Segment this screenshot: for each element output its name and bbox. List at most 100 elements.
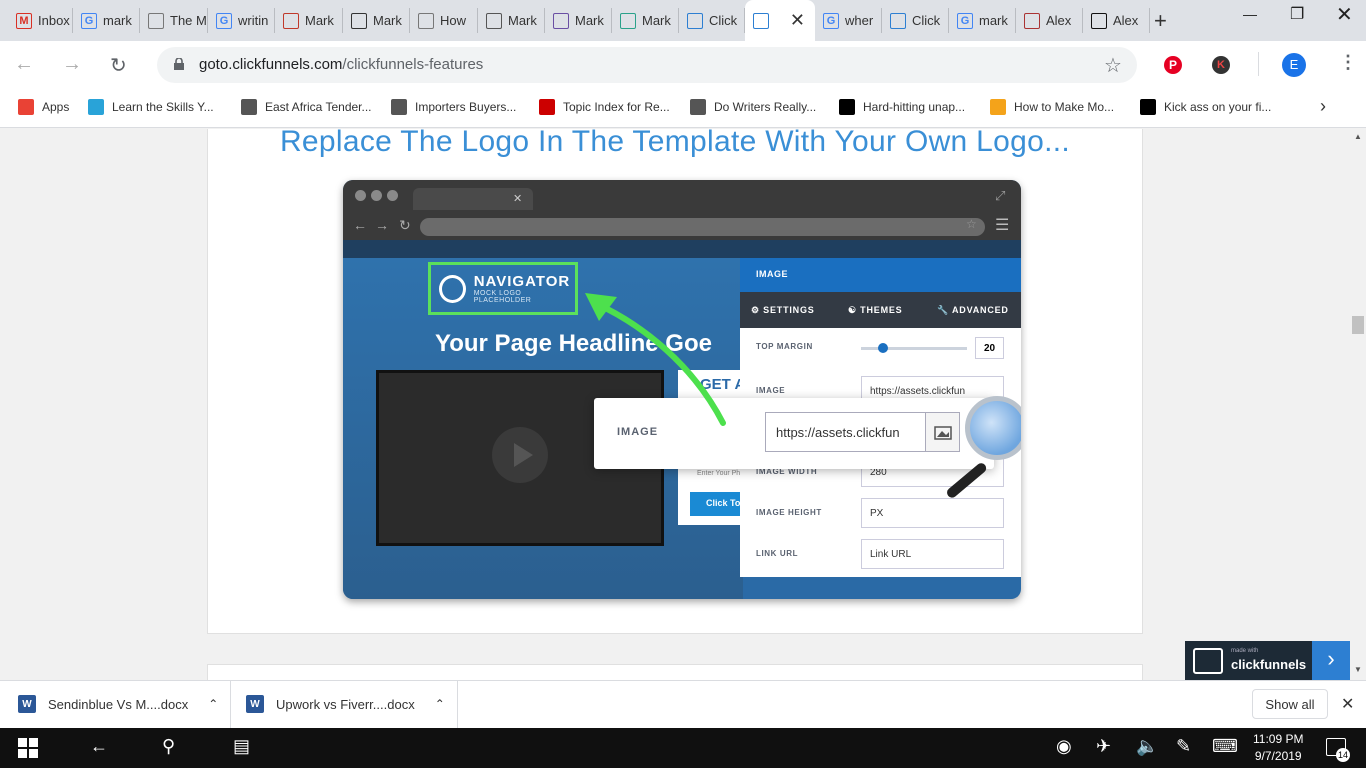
menu-kebab-icon[interactable]: ⋮ <box>1339 52 1357 73</box>
tab[interactable]: Gmark <box>73 8 140 33</box>
back-arrow-icon[interactable]: ← <box>90 736 108 757</box>
bookmark-item[interactable]: Importers Buyers... <box>391 98 516 116</box>
pinterest-extension-icon[interactable]: P <box>1164 56 1182 74</box>
extension-k-icon[interactable]: K <box>1212 56 1230 74</box>
windows-start-icon[interactable] <box>18 738 38 758</box>
tab-title: mark <box>103 13 132 28</box>
mp-icon <box>990 99 1006 115</box>
close-icon[interactable]: ✕ <box>1341 694 1354 714</box>
tab-title: Mark <box>575 13 604 28</box>
kick-icon <box>1140 99 1156 115</box>
bookmark-item[interactable]: Learn the Skills Y... <box>88 98 214 116</box>
search-icon[interactable]: ⚲ <box>162 736 175 757</box>
tab-title: Mark <box>373 13 402 28</box>
buyers-icon <box>391 99 407 115</box>
google-icon: G <box>957 12 973 29</box>
new-tab-button[interactable]: + <box>1154 8 1167 34</box>
tab-title: Click <box>912 13 941 28</box>
tab-title: Alex <box>1113 13 1139 28</box>
tab-title: wher <box>845 13 874 28</box>
mock-tab-themes: ☯ THEMES <box>848 305 902 316</box>
tab[interactable]: How <box>410 8 478 33</box>
page-viewport: Replace The Logo In The Template With Yo… <box>0 129 1350 680</box>
pen-icon[interactable]: ✎ <box>1176 736 1191 757</box>
mock-dot <box>371 190 382 201</box>
mock-height-label: IMAGE HEIGHT <box>756 508 822 517</box>
bookmark-star-icon[interactable]: ☆ <box>1104 53 1122 78</box>
record-icon[interactable]: ◉ <box>1056 736 1072 757</box>
chevron-up-icon[interactable]: ⌃ <box>435 697 445 711</box>
url-text[interactable]: goto.clickfunnels.com/clickfunnels-featu… <box>199 56 483 73</box>
mock-logo-highlight: NAVIGATOR MOCK LOGO PLACEHOLDER <box>428 262 578 315</box>
tab[interactable]: Gwritin <box>208 8 275 33</box>
download-item[interactable]: W Sendinblue Vs M....docx ⌃ <box>18 680 231 728</box>
bookmark-item[interactable]: Kick ass on your fi... <box>1140 98 1271 116</box>
scroll-down-icon[interactable]: ▼ <box>1354 665 1362 674</box>
mock-top-margin-value: 20 <box>975 337 1004 359</box>
tab[interactable]: Mark <box>545 8 612 33</box>
mock-image-label: IMAGE <box>756 386 786 395</box>
page-scrollbar[interactable] <box>1350 129 1366 680</box>
bookmark-item[interactable]: East Africa Tender... <box>241 98 372 116</box>
word-doc-icon: W <box>18 695 36 713</box>
badge-made-with: made with <box>1231 648 1259 654</box>
clock-icon <box>690 99 706 115</box>
bookmark-label: Learn the Skills Y... <box>112 100 214 114</box>
bookmarks-overflow-chevron-icon[interactable]: › <box>1320 96 1326 117</box>
volume-icon[interactable]: 🔈 <box>1136 736 1158 757</box>
close-window-button[interactable]: ✕ <box>1336 2 1353 27</box>
mock-forward-icon: → <box>375 217 389 233</box>
mock-back-icon: ← <box>353 217 367 233</box>
task-view-icon[interactable]: ▤ <box>233 736 250 757</box>
tab[interactable]: Mark <box>478 8 545 33</box>
profile-avatar[interactable]: E <box>1282 53 1306 77</box>
graduation-icon <box>88 99 104 115</box>
tab[interactable]: Alex <box>1083 8 1150 33</box>
minimize-button[interactable]: — <box>1243 6 1257 22</box>
taskbar-clock[interactable]: 11:09 PM 9/7/2019 <box>1253 731 1303 765</box>
tab[interactable]: Gmark <box>949 8 1016 33</box>
apps-grid-icon <box>18 99 34 115</box>
bookmark-item[interactable]: Do Writers Really... <box>690 98 816 116</box>
tab[interactable]: Click <box>679 8 745 33</box>
mock-menu-icon: ☰ <box>995 217 1010 234</box>
tab-title: Alex <box>1046 13 1072 28</box>
bookmark-item[interactable]: Hard-hitting unap... <box>839 98 965 116</box>
bookmark-item[interactable]: Apps <box>18 98 69 116</box>
mock-tab-label: ADVANCED <box>951 305 1009 315</box>
mock-logo-text: NAVIGATOR MOCK LOGO PLACEHOLDER <box>474 273 575 304</box>
windows-taskbar <box>0 728 1366 768</box>
tab[interactable]: Mark <box>275 8 343 33</box>
chevron-up-icon[interactable]: ⌃ <box>208 697 218 711</box>
mock-form-input: Enter Your Ph <box>697 470 741 477</box>
tab[interactable]: M Inbox <box>8 8 73 33</box>
badge-name: clickfunnels <box>1231 657 1307 672</box>
mock-dot <box>355 190 366 201</box>
clickfunnels-badge[interactable]: made with clickfunnels › <box>1185 641 1350 680</box>
restore-button[interactable]: ❐ <box>1290 4 1304 24</box>
close-tab-icon[interactable]: ✕ <box>790 10 805 31</box>
tab[interactable]: The M <box>140 8 208 33</box>
airplane-icon[interactable]: ✈ <box>1096 736 1111 757</box>
tab[interactable]: ✕ <box>745 0 815 41</box>
clock-time: 11:09 PM <box>1253 732 1304 746</box>
tab[interactable]: Click <box>882 8 949 33</box>
keyboard-icon[interactable]: ⌨ <box>1212 736 1238 757</box>
tab[interactable]: Mark <box>612 8 679 33</box>
bookmark-item[interactable]: Topic Index for Re... <box>539 98 670 116</box>
scrollbar-thumb[interactable] <box>1352 316 1364 334</box>
scroll-up-icon[interactable]: ▲ <box>1354 132 1362 141</box>
tab[interactable]: Gwher <box>815 8 882 33</box>
bookmark-item[interactable]: How to Make Mo... <box>990 98 1114 116</box>
tender-icon <box>241 99 257 115</box>
mock-logo-subtitle: MOCK LOGO PLACEHOLDER <box>473 290 532 304</box>
tab[interactable]: Mark <box>343 8 410 33</box>
show-all-button[interactable]: Show all <box>1252 689 1328 719</box>
url-path: /clickfunnels-features <box>342 56 484 73</box>
mock-link-label: LINK URL <box>756 549 799 558</box>
tab[interactable]: Alex <box>1016 8 1083 33</box>
download-item[interactable]: W Upwork vs Fiverr....docx ⌃ <box>246 680 458 728</box>
mock-top-margin-slider <box>861 347 967 350</box>
chevron-right-icon: › <box>1312 641 1350 680</box>
reload-icon: ↻ <box>110 55 127 77</box>
